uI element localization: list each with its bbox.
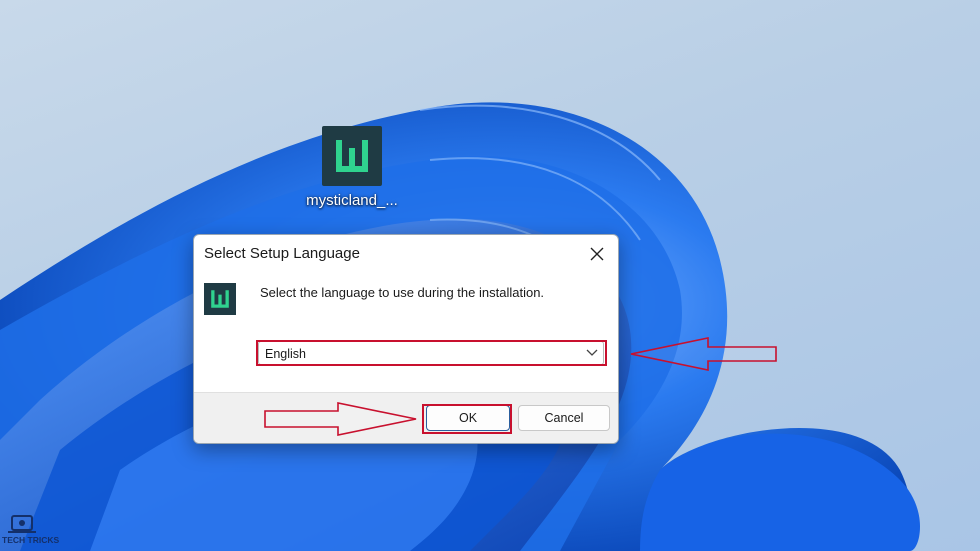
tech-tricks-logo-icon — [8, 515, 36, 533]
desktop-icon-mysticland[interactable]: mysticland_... — [300, 126, 404, 209]
mysticland-app-icon — [322, 126, 382, 186]
desktop-icon-label: mysticland_... — [306, 192, 398, 209]
dialog-titlebar: Select Setup Language — [194, 235, 618, 273]
chevron-down-icon — [586, 349, 598, 356]
language-select[interactable]: English — [258, 341, 604, 365]
cancel-button[interactable]: Cancel — [518, 405, 610, 431]
tech-tricks-brand: TECH TRICKS — [2, 535, 60, 545]
setup-app-icon — [204, 283, 236, 315]
arrow-right-icon — [264, 402, 417, 436]
dialog-message: Select the language to use during the in… — [260, 285, 545, 300]
dialog-title: Select Setup Language — [204, 245, 360, 262]
close-button[interactable] — [576, 235, 618, 273]
ok-button[interactable]: OK — [426, 405, 510, 431]
tech-tricks-logo: TECH TRICKS — [2, 514, 62, 550]
arrow-left-icon — [630, 337, 777, 371]
dialog-content: Select the language to use during the in… — [194, 273, 618, 391]
language-select-value: English — [265, 347, 306, 361]
close-icon — [590, 247, 604, 261]
